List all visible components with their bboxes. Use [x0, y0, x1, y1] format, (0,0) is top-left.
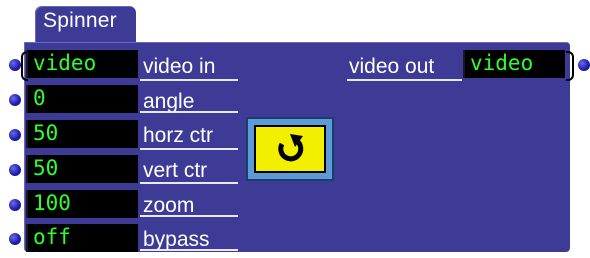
input-port-dot-icon[interactable]: [9, 233, 21, 245]
input-label-horz-ctr: horz ctr: [143, 124, 214, 147]
label-underline: [347, 79, 462, 81]
rotate-clockwise-icon: [278, 134, 304, 162]
input-port-dot-icon[interactable]: [9, 94, 21, 106]
label-underline: [140, 249, 238, 251]
actor-title: Spinner: [43, 9, 117, 32]
input-field-video-in[interactable]: video: [26, 50, 138, 78]
label-underline: [140, 79, 238, 81]
input-value: off: [33, 225, 71, 249]
actor-title-tab[interactable]: Spinner: [35, 6, 136, 46]
input-value: 0: [33, 86, 46, 110]
input-port-dot-icon[interactable]: [9, 164, 21, 176]
output-label-video-out: video out: [349, 55, 435, 78]
rotate-button[interactable]: [246, 117, 334, 181]
output-port-dot-icon[interactable]: [578, 59, 590, 71]
label-underline: [140, 111, 238, 113]
input-field-vert-ctr[interactable]: 50: [26, 155, 138, 183]
rotate-button-face[interactable]: [254, 125, 326, 173]
input-field-bypass[interactable]: off: [26, 224, 138, 252]
output-value: video: [470, 51, 534, 75]
input-value: 50: [33, 156, 59, 180]
input-port-dot-icon[interactable]: [9, 59, 21, 71]
input-field-horz-ctr[interactable]: 50: [26, 120, 138, 148]
input-field-zoom[interactable]: 100: [26, 190, 138, 218]
port-bracket: [566, 51, 574, 81]
label-underline: [140, 215, 238, 217]
label-underline: [140, 182, 238, 184]
input-field-angle[interactable]: 0: [26, 85, 138, 113]
input-value: 100: [33, 191, 71, 215]
input-port-dot-icon[interactable]: [9, 199, 21, 211]
output-field-video-out[interactable]: video: [463, 50, 565, 78]
input-value: video: [33, 51, 97, 75]
input-label-vert-ctr: vert ctr: [143, 159, 208, 182]
label-underline: [140, 148, 238, 150]
input-port-dot-icon[interactable]: [9, 129, 21, 141]
input-label-video-in: video in: [143, 55, 216, 78]
input-value: 50: [33, 121, 59, 145]
